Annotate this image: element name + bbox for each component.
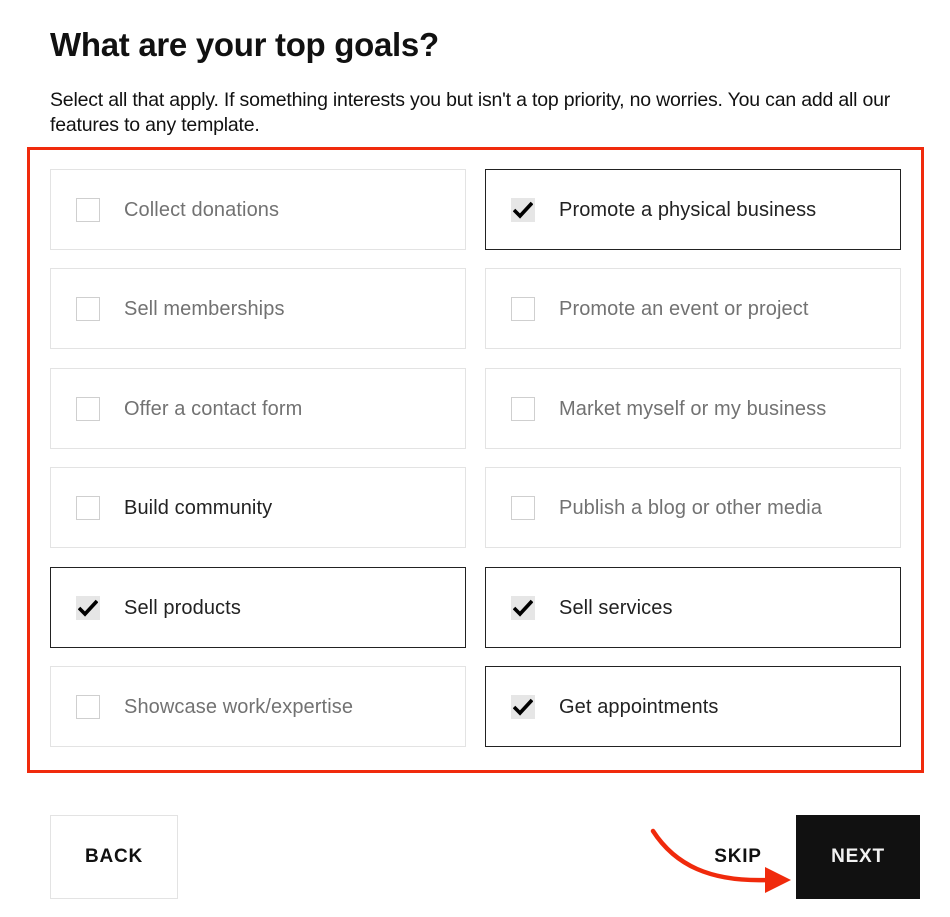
checkbox[interactable] xyxy=(76,397,100,421)
checkbox[interactable] xyxy=(511,297,535,321)
goal-label: Build community xyxy=(124,497,273,519)
curved-arrow-icon xyxy=(650,828,791,893)
goal-label: Publish a blog or other media xyxy=(559,497,823,519)
goal-card[interactable]: Get appointments xyxy=(485,666,901,747)
goal-card[interactable]: Market myself or my business xyxy=(485,368,901,449)
checkbox[interactable] xyxy=(76,297,100,321)
checkbox[interactable] xyxy=(511,695,535,719)
checkbox[interactable] xyxy=(76,198,100,222)
checkmark-icon xyxy=(78,599,98,617)
checkbox[interactable] xyxy=(76,695,100,719)
checkmark-icon xyxy=(513,698,533,716)
checkbox[interactable] xyxy=(511,596,535,620)
checkmark-icon xyxy=(513,201,533,219)
goal-card[interactable]: Publish a blog or other media xyxy=(485,467,901,548)
goal-label: Showcase work/expertise xyxy=(124,696,354,718)
goal-label: Offer a contact form xyxy=(124,398,303,420)
goal-label: Sell services xyxy=(559,597,673,619)
goal-label: Market myself or my business xyxy=(559,398,827,420)
checkbox[interactable] xyxy=(511,397,535,421)
page-title: What are your top goals? xyxy=(50,26,439,63)
back-button[interactable]: BACK xyxy=(50,815,178,899)
goal-label: Sell products xyxy=(124,597,241,619)
arrow-head xyxy=(765,867,791,893)
goal-card[interactable]: Sell products xyxy=(50,567,466,648)
goal-label: Sell memberships xyxy=(124,298,285,320)
goal-card[interactable]: Build community xyxy=(50,467,466,548)
next-button[interactable]: NEXT xyxy=(796,815,920,899)
goal-card[interactable]: Sell memberships xyxy=(50,268,466,349)
goal-card[interactable]: Promote an event or project xyxy=(485,268,901,349)
checkbox[interactable] xyxy=(511,198,535,222)
goal-card[interactable]: Showcase work/expertise xyxy=(50,666,466,747)
goal-card[interactable]: Promote a physical business xyxy=(485,169,901,250)
checkbox[interactable] xyxy=(511,496,535,520)
goal-card[interactable]: Sell services xyxy=(485,567,901,648)
page-subtitle: Select all that apply. If something inte… xyxy=(50,89,891,136)
checkbox[interactable] xyxy=(76,496,100,520)
arrow-shaft xyxy=(650,828,771,883)
goal-label: Get appointments xyxy=(559,696,719,718)
goal-card[interactable]: Collect donations xyxy=(50,169,466,250)
checkbox[interactable] xyxy=(76,596,100,620)
goal-card[interactable]: Offer a contact form xyxy=(50,368,466,449)
checkmark-icon xyxy=(513,599,533,617)
goal-label: Promote an event or project xyxy=(559,298,809,320)
goal-label: Collect donations xyxy=(124,199,280,221)
goal-label: Promote a physical business xyxy=(559,199,817,221)
